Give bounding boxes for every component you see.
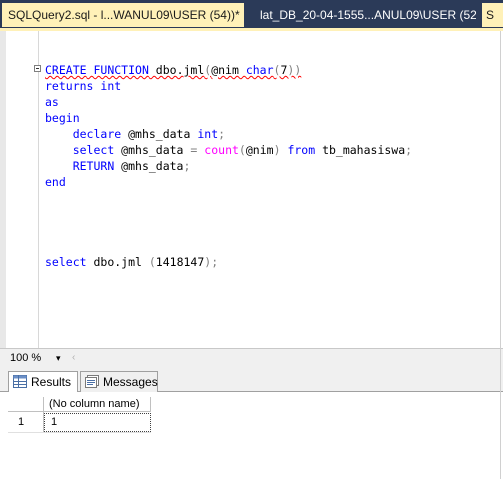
- grid-header-row: (No column name): [8, 397, 488, 412]
- document-tab-bar: SQLQuery2.sql - l...WANUL09\USER (54))* …: [0, 0, 503, 28]
- grid-corner[interactable]: [8, 397, 44, 412]
- grid-icon: [13, 375, 27, 388]
- scroll-left-icon[interactable]: ‹: [72, 352, 75, 363]
- code-token: @mhs_data: [114, 159, 184, 173]
- code-token: dbo.jml: [148, 63, 205, 77]
- outline-line: [38, 31, 39, 348]
- code-token: @mhs_data: [121, 127, 198, 141]
- code-line[interactable]: begin: [45, 110, 412, 126]
- code-token: FUNCTION: [93, 63, 149, 77]
- code-token: declare: [72, 127, 122, 141]
- code-token: ): [273, 143, 281, 157]
- code-token: int: [197, 127, 219, 141]
- code-line[interactable]: [45, 222, 412, 238]
- code-token: @mhs_data: [114, 143, 191, 157]
- code-token: )): [287, 63, 302, 77]
- code-token: char: [245, 63, 274, 77]
- result-cell[interactable]: 1: [44, 413, 151, 432]
- code-line[interactable]: declare @mhs_data int;: [45, 126, 412, 142]
- zoom-dropdown-icon[interactable]: ▾: [56, 353, 61, 364]
- row-divider: [8, 432, 151, 433]
- code-token: int: [100, 79, 122, 93]
- code-token: ;: [405, 143, 413, 157]
- zoom-level[interactable]: 100 %: [10, 352, 41, 364]
- code-token: RETURN: [72, 159, 115, 173]
- tab-messages-label: Messages: [103, 375, 158, 389]
- code-token: @nim: [245, 143, 274, 157]
- code-token: (: [238, 143, 246, 157]
- tab-partial[interactable]: S: [482, 3, 503, 27]
- code-line[interactable]: as: [45, 94, 412, 110]
- zoom-bar: 100 % ▾ ‹: [0, 348, 503, 368]
- code-token: as: [45, 95, 59, 109]
- code-token: select: [45, 255, 87, 269]
- code-token: 1418147: [155, 255, 205, 269]
- column-header[interactable]: (No column name): [44, 397, 151, 412]
- editor-gutter: [0, 31, 6, 348]
- code-token: begin: [45, 111, 80, 125]
- code-line[interactable]: [45, 238, 412, 254]
- code-line[interactable]: RETURN @mhs_data;: [45, 158, 412, 174]
- results-tab-bar: Results Messages: [0, 368, 503, 392]
- results-pane: Results Messages (No column name) 1 1: [0, 368, 503, 479]
- code-token: returns: [45, 79, 94, 93]
- code-token: select: [72, 143, 115, 157]
- code-token: ;: [183, 159, 191, 173]
- code-token: CREATE: [45, 63, 87, 77]
- code-line[interactable]: select @mhs_data = count(@nim) from tb_m…: [45, 142, 412, 158]
- code-line[interactable]: select dbo.jml (1418147);: [45, 254, 412, 270]
- splitter-line: [500, 31, 501, 479]
- code-token: @nim: [211, 63, 246, 77]
- code-line[interactable]: [45, 190, 412, 206]
- code-token: count: [204, 143, 239, 157]
- collapse-icon[interactable]: [34, 65, 41, 72]
- code-line[interactable]: [45, 206, 412, 222]
- code-token: );: [204, 255, 219, 269]
- code-token: end: [45, 175, 66, 189]
- tab-results-label: Results: [31, 375, 72, 389]
- tab-messages[interactable]: Messages: [80, 371, 158, 392]
- tab-sqlquery2[interactable]: SQLQuery2.sql - l...WANUL09\USER (54))*: [2, 3, 244, 27]
- messages-icon: [85, 375, 99, 388]
- code-token: tb_mahasiswa: [315, 143, 406, 157]
- row-number[interactable]: 1: [8, 412, 44, 432]
- code-line[interactable]: returns int: [45, 78, 412, 94]
- code-token: dbo.jml: [86, 255, 149, 269]
- code-token: from: [287, 143, 316, 157]
- code-line[interactable]: CREATE FUNCTION dbo.jml(@nim char(7)): [45, 62, 412, 78]
- tab-lat-db[interactable]: lat_DB_20-04-1555...ANUL09\USER (52)): [254, 3, 476, 27]
- code-token: (: [148, 255, 156, 269]
- code-text[interactable]: CREATE FUNCTION dbo.jml(@nim char(7)) ret…: [45, 62, 412, 270]
- code-token: ;: [218, 127, 226, 141]
- query-editor[interactable]: CREATE FUNCTION dbo.jml(@nim char(7)) ret…: [0, 31, 503, 348]
- tab-results[interactable]: Results: [8, 371, 78, 392]
- code-line[interactable]: end: [45, 174, 412, 190]
